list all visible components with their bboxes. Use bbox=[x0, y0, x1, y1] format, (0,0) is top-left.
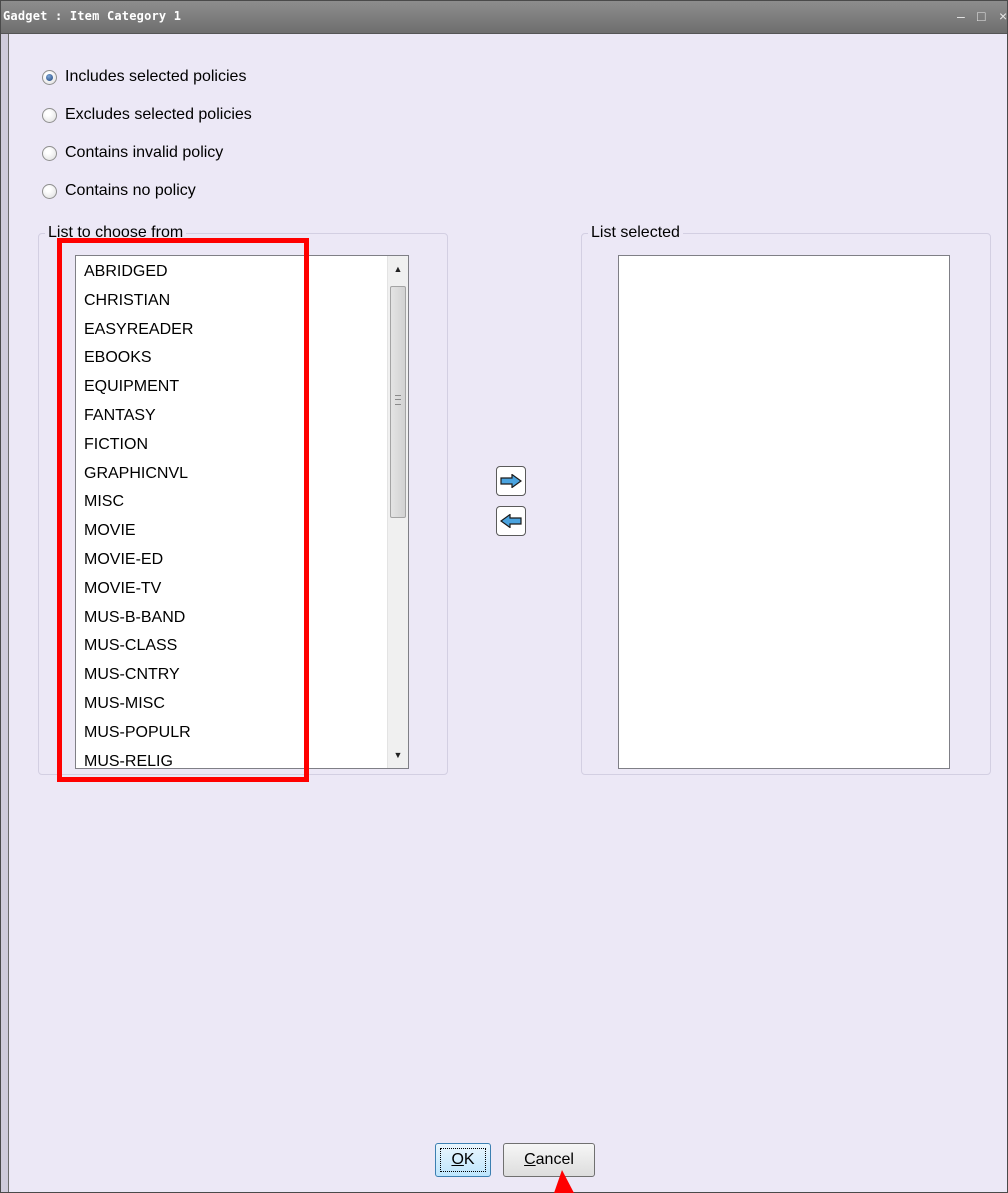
add-to-selected-button[interactable] bbox=[496, 466, 526, 496]
radio-button-icon[interactable] bbox=[42, 107, 57, 123]
list-selected-legend: List selected bbox=[588, 224, 683, 242]
cancel-button[interactable]: Cancel bbox=[503, 1143, 595, 1177]
window-frame-edge bbox=[1, 34, 9, 1192]
radio-option[interactable]: Includes selected policies bbox=[42, 66, 246, 88]
window-title: Gadget : Item Category 1 bbox=[3, 9, 182, 23]
focus-rectangle bbox=[440, 1148, 486, 1172]
radio-option-label: Includes selected policies bbox=[65, 68, 247, 85]
radio-option-label: Excludes selected policies bbox=[65, 106, 252, 123]
cancel-mnemonic: C bbox=[524, 1151, 536, 1168]
remove-from-selected-button[interactable] bbox=[496, 506, 526, 536]
right-arrow-icon bbox=[500, 474, 522, 488]
radio-option[interactable]: Excludes selected policies bbox=[42, 104, 252, 126]
grip-icon bbox=[395, 395, 401, 405]
radio-button-icon[interactable] bbox=[42, 69, 57, 85]
ok-button[interactable]: OK bbox=[435, 1143, 491, 1177]
red-highlight-box bbox=[57, 238, 309, 782]
cancel-label-rest: ancel bbox=[535, 1151, 574, 1168]
vertical-scrollbar[interactable]: ▲ ▼ bbox=[387, 256, 408, 768]
scrollbar-thumb[interactable] bbox=[390, 286, 406, 518]
radio-button-icon[interactable] bbox=[42, 145, 57, 161]
radio-option-label: Contains no policy bbox=[65, 182, 196, 199]
maximize-icon[interactable]: □ bbox=[977, 7, 985, 25]
left-arrow-icon bbox=[500, 514, 522, 528]
selected-policies-listbox[interactable] bbox=[618, 255, 950, 769]
radio-option[interactable]: Contains invalid policy bbox=[42, 142, 223, 164]
minimize-icon[interactable]: – bbox=[957, 7, 965, 25]
scroll-down-icon[interactable]: ▼ bbox=[388, 746, 408, 764]
title-bar[interactable]: Gadget : Item Category 1 – □ × bbox=[1, 1, 1007, 34]
dialog-window: Gadget : Item Category 1 – □ × Includes … bbox=[0, 0, 1008, 1193]
radio-button-icon[interactable] bbox=[42, 183, 57, 199]
scroll-up-icon[interactable]: ▲ bbox=[388, 260, 408, 278]
radio-option-label: Contains invalid policy bbox=[65, 144, 224, 161]
close-icon[interactable]: × bbox=[999, 7, 1007, 25]
red-arrow-pointer-icon bbox=[554, 1170, 574, 1193]
radio-option[interactable]: Contains no policy bbox=[42, 180, 196, 202]
